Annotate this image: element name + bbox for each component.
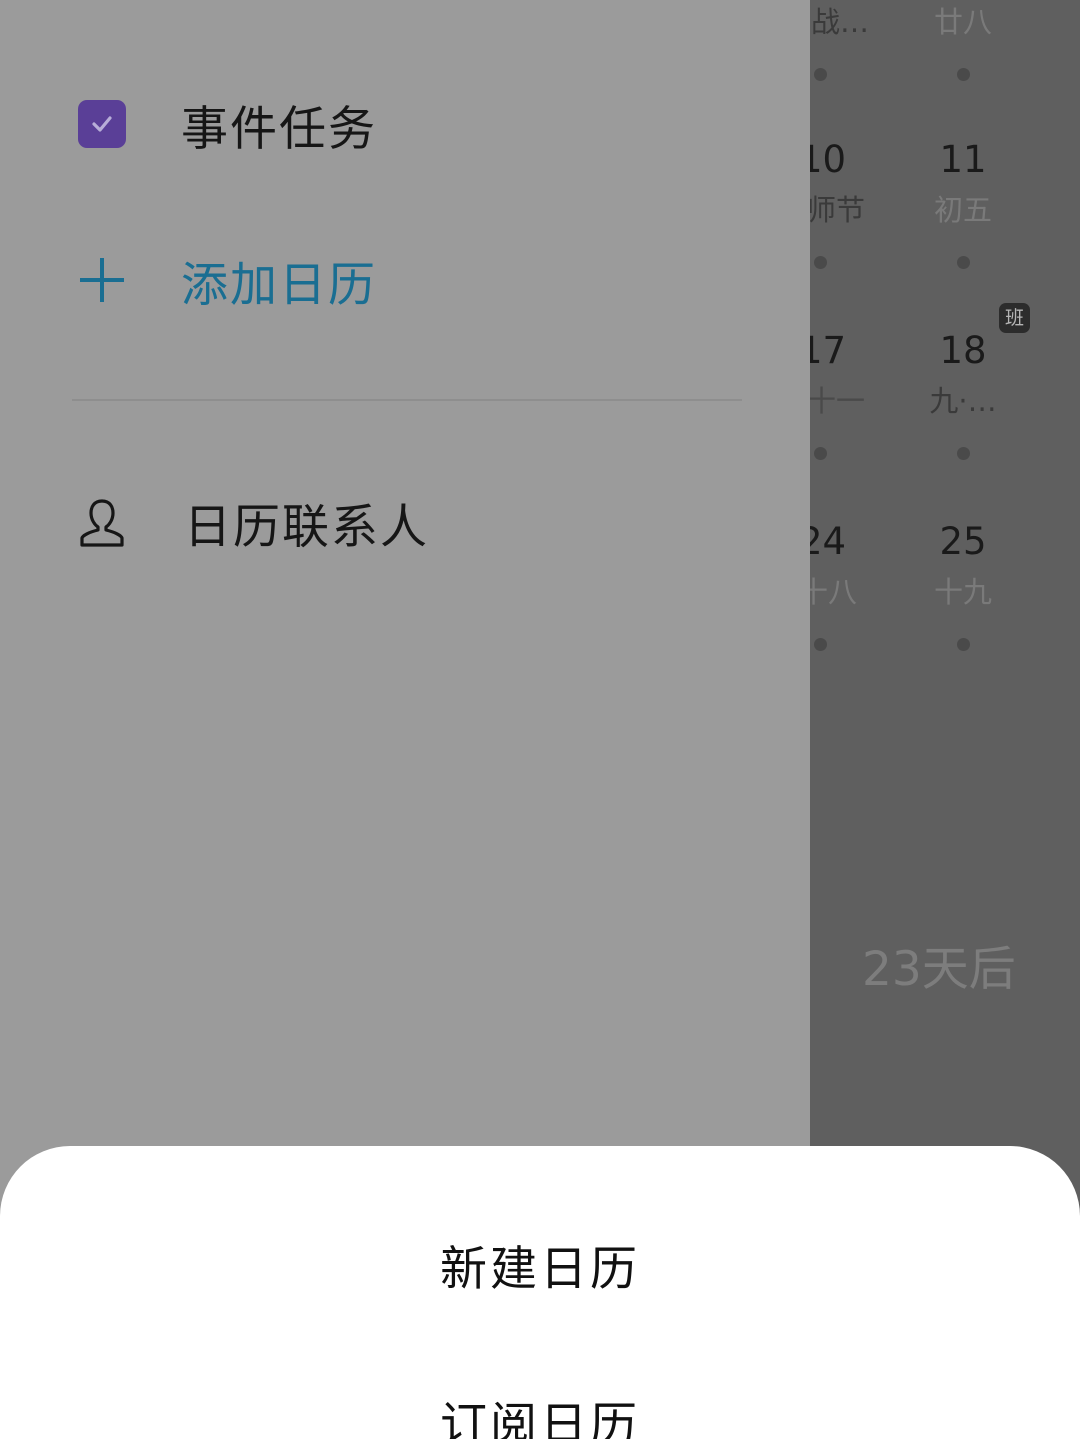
new-calendar-option[interactable]: 新建日历 bbox=[0, 1230, 1080, 1299]
add-calendar-sheet: 新建日历 订阅日历 bbox=[0, 1146, 1080, 1439]
checkbox-checked-icon[interactable] bbox=[78, 100, 126, 148]
event-dot bbox=[814, 447, 827, 460]
event-dot bbox=[814, 68, 827, 81]
event-dot bbox=[956, 68, 970, 81]
day-lunar: 九·… bbox=[929, 384, 997, 418]
event-dot bbox=[956, 638, 970, 651]
day-cell[interactable]: 廿八 bbox=[888, 0, 1038, 81]
divider bbox=[72, 399, 742, 401]
day-number: 25 bbox=[939, 520, 987, 563]
day-lunar: 廿八 bbox=[933, 5, 992, 39]
day-lunar: 十九 bbox=[933, 575, 992, 609]
day-lunar: 初五 bbox=[933, 193, 992, 227]
subscribe-calendar-option[interactable]: 订阅日历 bbox=[0, 1386, 1080, 1439]
workday-badge: 班 bbox=[999, 303, 1030, 333]
day-number: 11 bbox=[939, 138, 987, 181]
add-calendar-button[interactable]: 添加日历 bbox=[0, 230, 810, 330]
add-calendar-label: 添加日历 bbox=[181, 257, 377, 313]
day-cell[interactable]: 25 十九 bbox=[888, 520, 1038, 651]
day-cell[interactable]: 11 初五 bbox=[888, 138, 1038, 269]
plus-icon bbox=[78, 256, 126, 304]
day-cell[interactable]: 18 九·… bbox=[888, 329, 1038, 460]
day-number: 18 bbox=[939, 329, 987, 372]
person-icon bbox=[78, 498, 126, 547]
event-dot bbox=[814, 638, 827, 651]
event-dot bbox=[814, 256, 827, 269]
calendar-item-event-tasks[interactable]: 事件任务 bbox=[0, 74, 810, 174]
event-dot bbox=[956, 256, 970, 269]
screen: 战… 廿八 10 师节 11 初五 17 十一 18 九·… 班 24 十八 2… bbox=[0, 0, 1080, 1439]
countdown-label: 23天后 bbox=[862, 942, 1016, 997]
event-dot bbox=[956, 447, 970, 460]
calendar-contacts-label: 日历联系人 bbox=[184, 499, 429, 555]
calendar-contacts-item[interactable]: 日历联系人 bbox=[0, 472, 810, 572]
calendar-item-label: 事件任务 bbox=[181, 101, 377, 157]
